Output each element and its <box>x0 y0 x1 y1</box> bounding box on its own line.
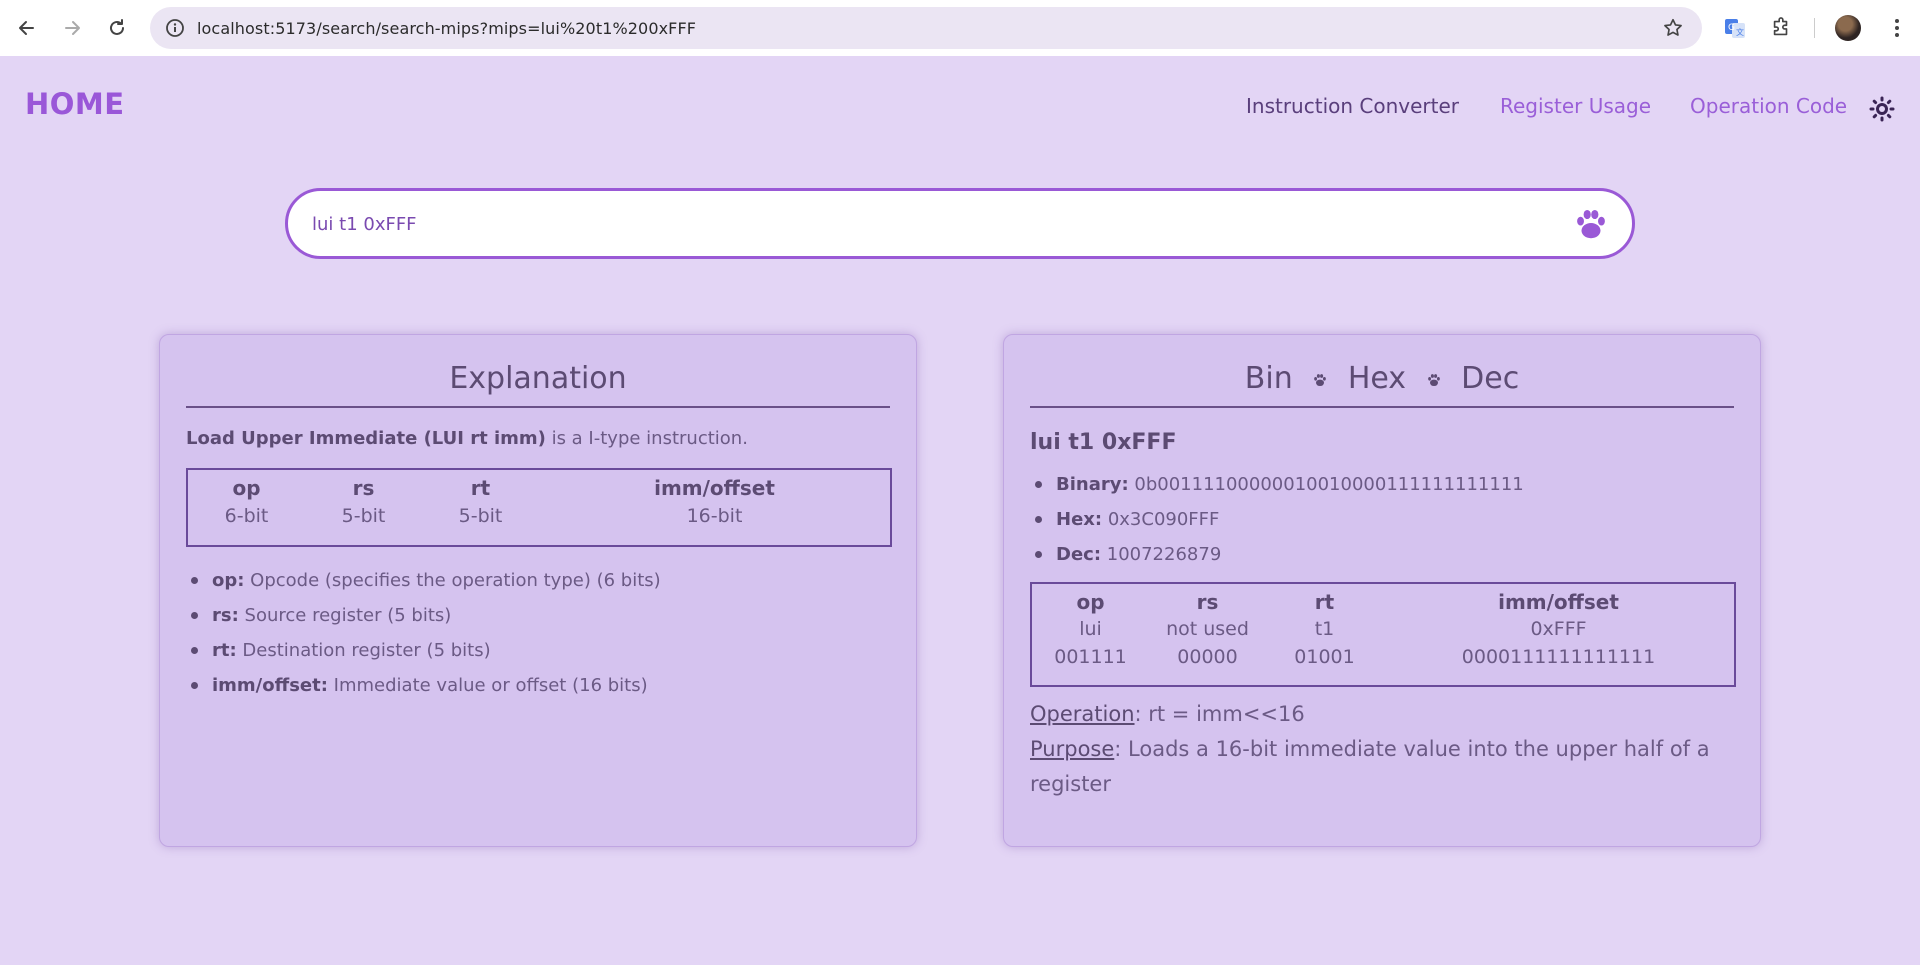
purpose-line: Purpose: Loads a 16-bit immediate value … <box>1030 732 1736 802</box>
toolbar-divider <box>1814 18 1815 38</box>
explanation-card: Explanation Load Upper Immediate (LUI rt… <box>159 334 917 847</box>
table-row: 6-bit 5-bit 5-bit 16-bit <box>188 502 890 533</box>
purpose-label: Purpose <box>1030 737 1115 761</box>
operation-label: Operation <box>1030 702 1135 726</box>
hex-value: 0x3C090FFF <box>1102 509 1220 530</box>
table-cell: 5-bit <box>458 505 503 527</box>
paw-separator-icon <box>1314 373 1327 386</box>
table-header-row: op rs rt imm/offset <box>1032 584 1734 616</box>
site-info-icon[interactable] <box>165 18 185 38</box>
svg-text:G: G <box>1728 23 1735 33</box>
value-term: Dec: <box>1056 544 1102 565</box>
list-item: rs: Source register (5 bits) <box>186 598 661 633</box>
search-bar[interactable] <box>285 188 1635 259</box>
paw-separator-icon <box>1427 373 1440 386</box>
paw-search-icon[interactable] <box>1572 205 1610 243</box>
bookmark-star-icon[interactable] <box>1662 17 1684 39</box>
table-cell: 0xFFF <box>1530 618 1587 640</box>
operation-text: : rt = imm<<16 <box>1134 702 1305 726</box>
purpose-text: : Loads a 16-bit immediate value into th… <box>1030 737 1710 796</box>
translate-icon[interactable]: G文 <box>1720 8 1750 48</box>
table-header: rt <box>470 476 491 500</box>
forward-arrow-icon[interactable] <box>52 8 92 48</box>
conversion-title: Bin Hex Dec <box>1030 361 1734 407</box>
title-divider <box>186 406 890 408</box>
list-item: Binary: 0b001111000000100100001111111111… <box>1030 467 1524 502</box>
table-cell: 16-bit <box>686 505 743 527</box>
table-header: imm/offset <box>1498 590 1619 614</box>
instruction-name: Load Upper Immediate (LUI rt imm) <box>186 428 546 449</box>
list-item: Hex: 0x3C090FFF <box>1030 502 1524 537</box>
instruction-description: Load Upper Immediate (LUI rt imm) is a I… <box>186 428 748 449</box>
instruction-heading: lui t1 0xFFF <box>1030 430 1177 455</box>
reload-icon[interactable] <box>97 8 137 48</box>
table-row: lui not used t1 0xFFF <box>1032 616 1734 642</box>
title-divider <box>1030 406 1734 408</box>
table-header: rs <box>352 476 375 500</box>
profile-avatar[interactable] <box>1835 15 1861 41</box>
format-table: op rs rt imm/offset 6-bit 5-bit 5-bit 16… <box>186 468 892 547</box>
operation-line: Operation: rt = imm<<16 <box>1030 697 1736 732</box>
value-term: Hex: <box>1056 509 1103 530</box>
table-header: op <box>1076 590 1105 614</box>
search-input[interactable] <box>312 209 1512 239</box>
value-list: Binary: 0b001111000000100100001111111111… <box>1030 467 1524 572</box>
field-term: rt: <box>212 640 237 661</box>
nav-register-usage[interactable]: Register Usage <box>1500 94 1651 118</box>
svg-text:文: 文 <box>1736 27 1744 37</box>
extensions-icon[interactable] <box>1766 8 1796 48</box>
field-description: Source register (5 bits) <box>238 605 452 626</box>
table-header: op <box>232 476 261 500</box>
field-description: Destination register (5 bits) <box>236 640 491 661</box>
field-description: Immediate value or offset (16 bits) <box>327 675 648 696</box>
title-hex: Hex <box>1347 361 1407 396</box>
browser-toolbar: localhost:5173/search/search-mips?mips=l… <box>0 0 1920 56</box>
table-cell: lui <box>1079 618 1102 640</box>
field-term: imm/offset: <box>212 675 328 696</box>
address-bar[interactable]: localhost:5173/search/search-mips?mips=l… <box>150 7 1702 49</box>
list-item: Dec: 1007226879 <box>1030 537 1524 572</box>
encoding-table: op rs rt imm/offset lui not used t1 0xFF… <box>1030 582 1736 687</box>
table-header: imm/offset <box>654 476 775 500</box>
list-item: op: Opcode (specifies the operation type… <box>186 563 661 598</box>
sun-theme-icon[interactable] <box>1869 96 1895 122</box>
instruction-type: is a I-type instruction. <box>545 428 748 449</box>
table-cell: not used <box>1166 618 1249 640</box>
nav-operation-code[interactable]: Operation Code <box>1690 94 1847 118</box>
table-cell: t1 <box>1314 618 1335 640</box>
table-cell: 6-bit <box>224 505 269 527</box>
url-text[interactable]: localhost:5173/search/search-mips?mips=l… <box>197 19 696 38</box>
field-term: rs: <box>212 605 239 626</box>
binary-value: 0b00111100000010010000111111111111 <box>1128 474 1524 495</box>
value-term: Binary: <box>1056 474 1129 495</box>
list-item: imm/offset: Immediate value or offset (1… <box>186 668 661 703</box>
field-list: op: Opcode (specifies the operation type… <box>186 563 661 703</box>
table-header: rs <box>1196 590 1219 614</box>
table-cell: 00000 <box>1177 646 1238 668</box>
table-header: rt <box>1314 590 1335 614</box>
back-arrow-icon[interactable] <box>7 8 47 48</box>
table-header-row: op rs rt imm/offset <box>188 470 890 502</box>
menu-kebab-icon[interactable] <box>1885 16 1909 40</box>
title-dec: Dec <box>1461 361 1520 396</box>
title-bin: Bin <box>1244 361 1293 396</box>
nav-instruction-converter[interactable]: Instruction Converter <box>1246 94 1459 118</box>
table-row: 001111 00000 01001 0000111111111111 <box>1032 642 1734 674</box>
table-cell: 001111 <box>1054 646 1127 668</box>
table-cell: 01001 <box>1294 646 1355 668</box>
field-description: Opcode (specifies the operation type) (6… <box>244 570 661 591</box>
dec-value: 1007226879 <box>1101 544 1222 565</box>
field-term: op: <box>212 570 245 591</box>
table-cell: 0000111111111111 <box>1461 646 1656 668</box>
home-link[interactable]: HOME <box>25 87 125 121</box>
table-cell: 5-bit <box>341 505 386 527</box>
list-item: rt: Destination register (5 bits) <box>186 633 661 668</box>
explanation-title: Explanation <box>449 361 627 396</box>
conversion-card: Bin Hex Dec lui t1 0xFFF Binary: 0b00111… <box>1003 334 1761 847</box>
